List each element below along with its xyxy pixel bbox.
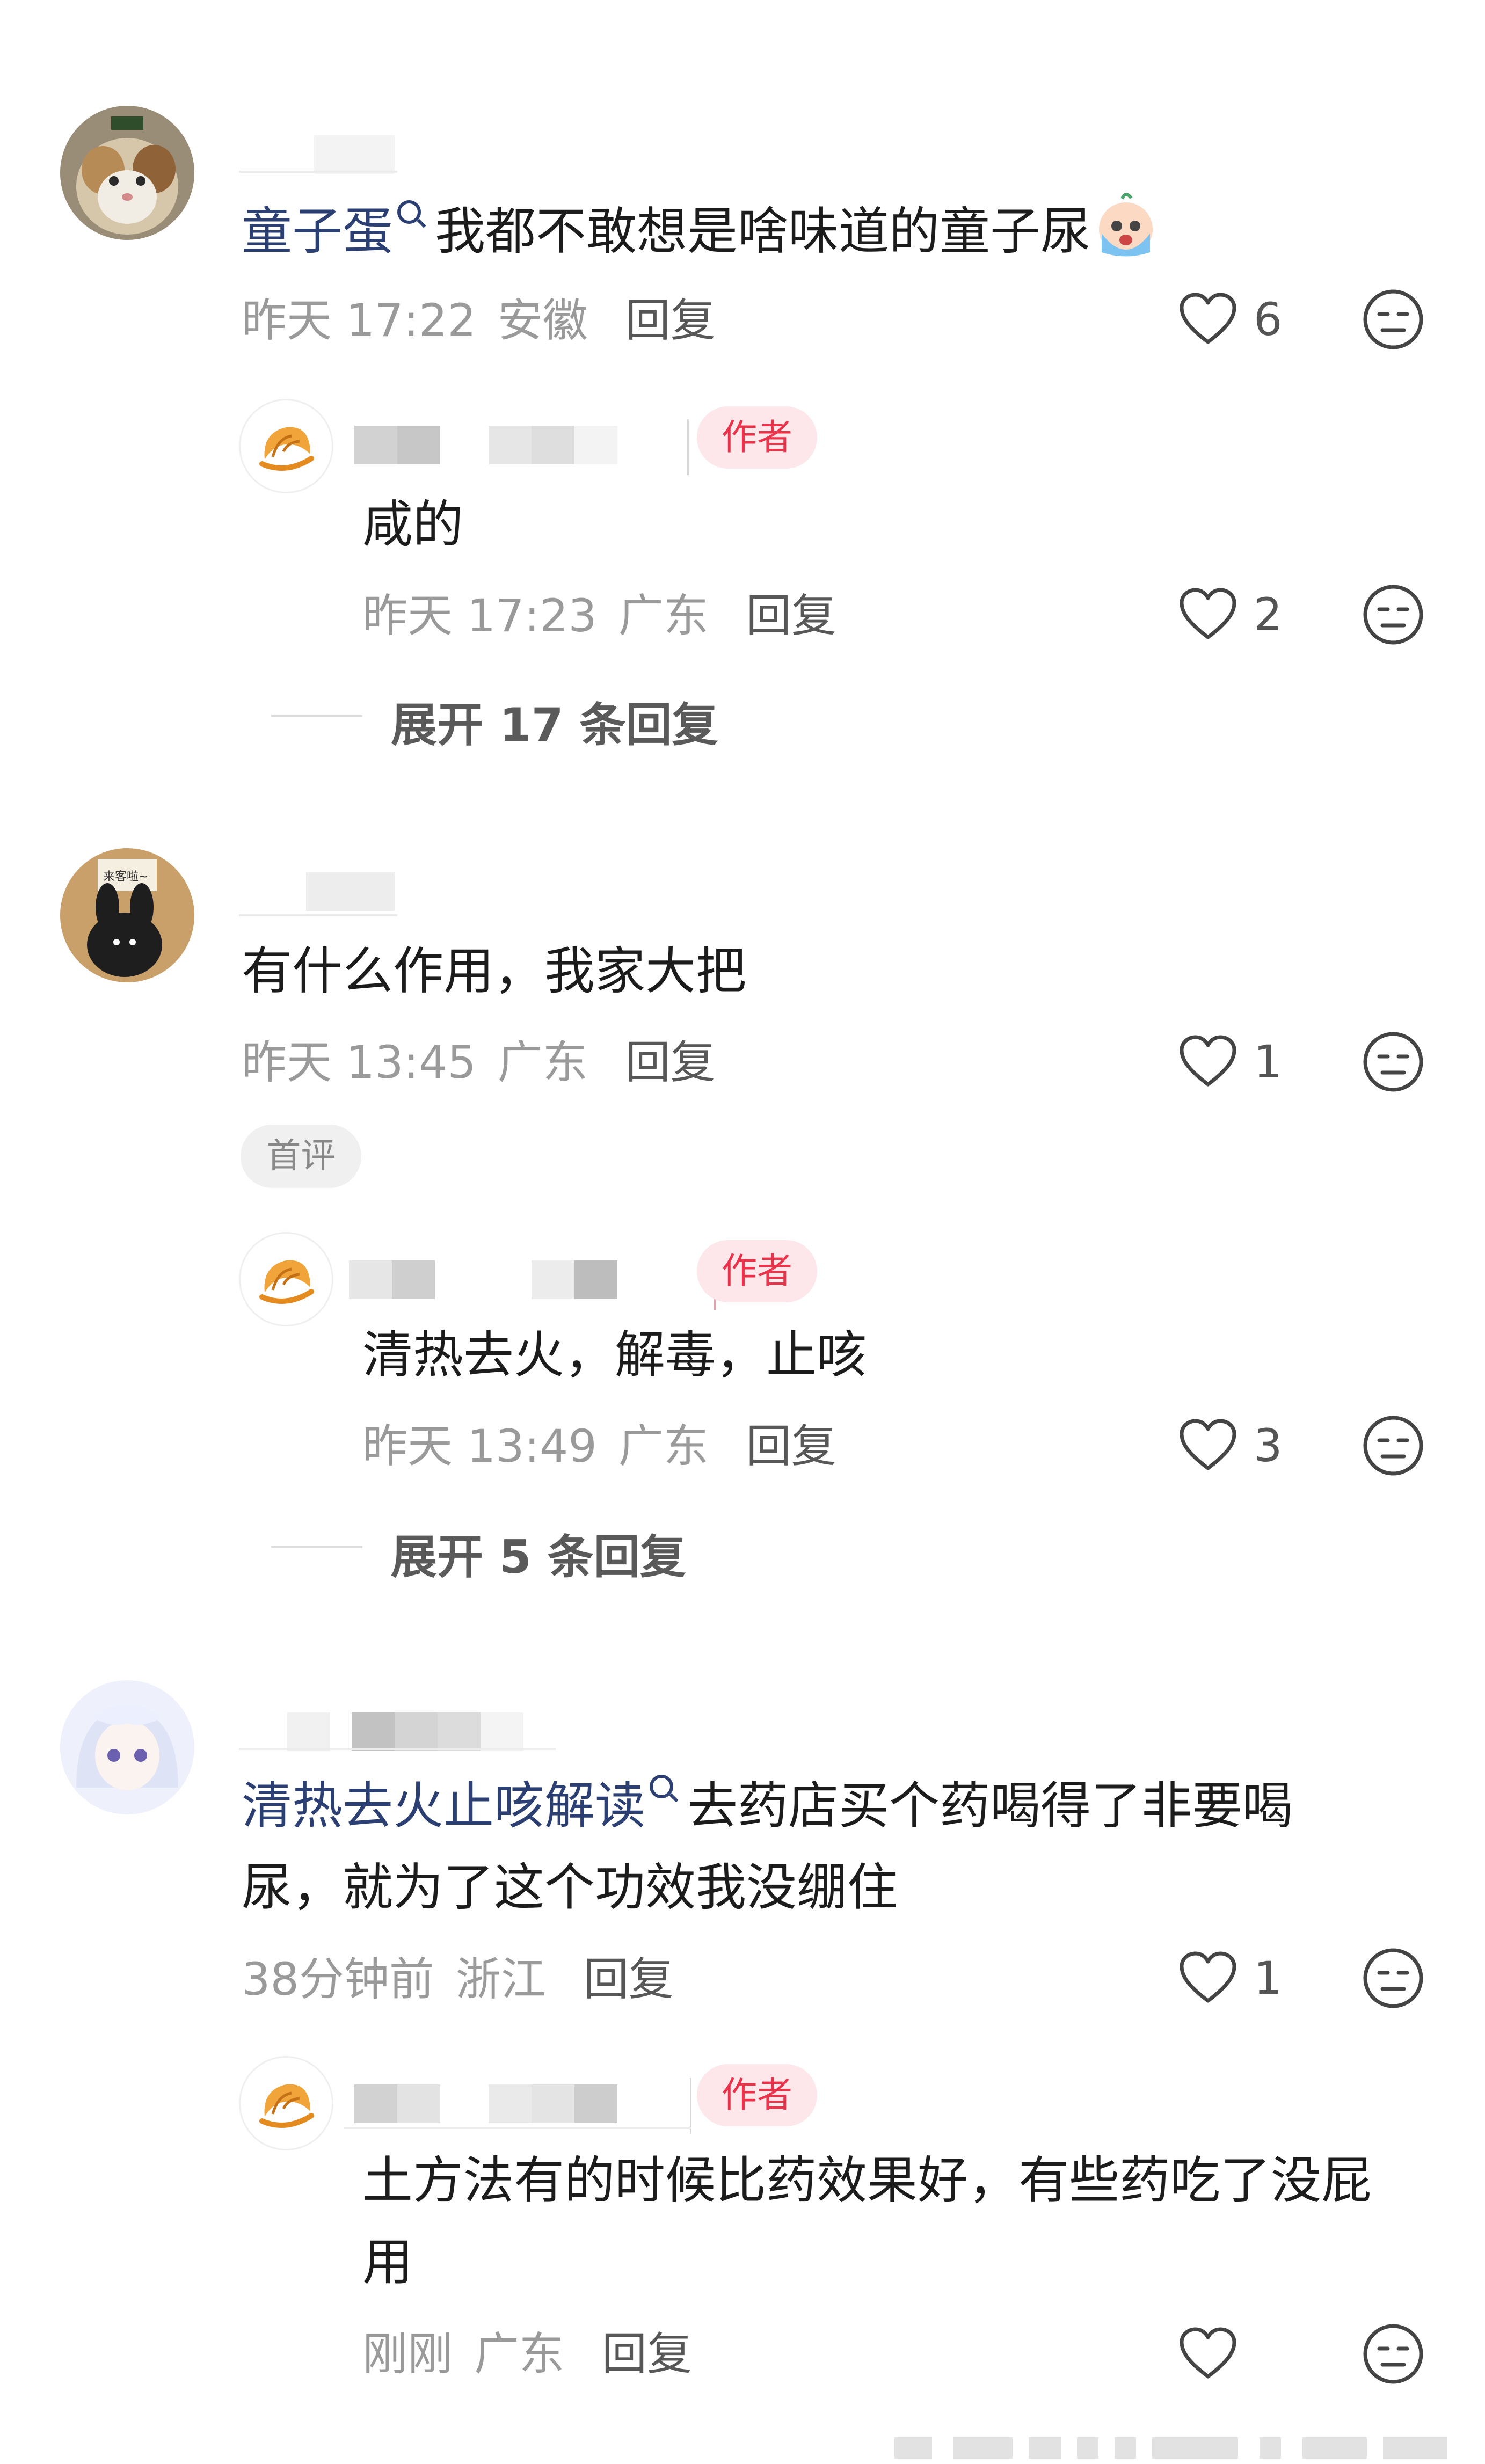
heart-outline-icon <box>1180 1419 1236 1470</box>
author-badge: 作者 <box>697 406 817 469</box>
like-count: 1 <box>1254 1036 1283 1088</box>
like-button[interactable]: 1 <box>1178 1030 1282 1094</box>
heart-outline-icon <box>1180 588 1236 639</box>
reply-meta: 刚刚 广东 回复 <box>362 2318 692 2383</box>
like-button[interactable] <box>1178 2322 1238 2386</box>
comment-location: 安徽 <box>497 294 588 347</box>
dislike-button[interactable] <box>1361 1413 1425 1478</box>
comment-meta: 昨天 17:22 安徽 回复 <box>242 285 716 349</box>
comment-location: 浙江 <box>455 1953 546 2006</box>
divider <box>239 914 397 916</box>
first-comment-badge: 首评 <box>241 1125 361 1188</box>
heart-outline-icon <box>1180 1035 1236 1087</box>
author-name-masked[interactable] <box>344 410 698 475</box>
comment-item: 清热去火止咳解读 去药店买个药喝得了非要喝 尿，就为了这个功效我没绷住 38分钟前… <box>0 1637 1485 2464</box>
author-avatar[interactable] <box>239 2056 333 2150</box>
croissant-icon <box>259 427 314 471</box>
username-masked[interactable] <box>239 856 400 911</box>
author-avatar[interactable] <box>239 1232 333 1326</box>
reply-time: 昨天 13:49 <box>362 1420 597 1472</box>
reply-text-line-2: 用 <box>362 2233 413 2292</box>
expand-replies-button[interactable]: 展开 5 条回复 <box>391 1519 686 1586</box>
like-count: 3 <box>1254 1419 1283 1472</box>
neutral-face-icon <box>1363 289 1423 349</box>
author-badge: 作者 <box>697 1240 817 1302</box>
username-masked[interactable] <box>239 1696 556 1751</box>
comment-item: 来客啦~ 有什么作用，我家大把 昨天 13:45 广东 回复 1 首评 作者 清热去… <box>0 805 1485 1637</box>
reply-location: 广东 <box>474 2328 565 2380</box>
avatar[interactable] <box>60 1680 194 1814</box>
heart-outline-icon <box>1180 1951 1236 2003</box>
author-name-masked[interactable] <box>344 2068 698 2134</box>
like-button[interactable]: 3 <box>1178 1413 1282 1478</box>
svg-text:来客啦~: 来客啦~ <box>103 870 148 884</box>
reply-time: 刚刚 <box>362 2328 453 2380</box>
username-masked[interactable] <box>239 119 400 174</box>
divider <box>271 1546 362 1548</box>
neutral-face-icon <box>1363 1416 1423 1476</box>
mentioned-username[interactable]: 童子蛋 <box>242 202 393 261</box>
dislike-button[interactable] <box>1361 287 1425 352</box>
comment-time: 昨天 13:45 <box>242 1036 476 1089</box>
expand-replies-button[interactable]: 展开 17 条回复 <box>391 687 718 754</box>
reply-meta: 昨天 17:23 广东 回复 <box>362 580 836 645</box>
like-count: 6 <box>1254 293 1283 346</box>
comment-meta: 昨天 13:45 广东 回复 <box>242 1026 716 1091</box>
divider <box>239 171 397 173</box>
reply-button[interactable]: 回复 <box>625 294 716 347</box>
divider <box>344 2127 691 2129</box>
neutral-face-icon <box>1363 585 1423 645</box>
heart-outline-icon <box>1180 293 1236 344</box>
divider <box>271 715 362 717</box>
comment-text-line-2: 尿，就为了这个功效我没绷住 <box>242 1858 898 1917</box>
reply-button[interactable]: 回复 <box>746 589 836 642</box>
croissant-icon <box>259 1260 314 1304</box>
reply-button[interactable]: 回复 <box>625 1036 716 1089</box>
dislike-button[interactable] <box>1361 582 1425 647</box>
like-count: 1 <box>1254 1952 1283 2004</box>
reply-text: 土方法有的时候比药效果好，有些药吃了没屁 <box>362 2152 1372 2210</box>
neutral-face-icon <box>1363 1948 1423 2008</box>
author-badge: 作者 <box>697 2064 817 2126</box>
dislike-button[interactable] <box>1361 2322 1425 2386</box>
divider <box>239 1748 556 1750</box>
reply-location: 广东 <box>618 589 709 642</box>
author-name-masked[interactable] <box>344 1244 719 1310</box>
like-button[interactable]: 2 <box>1178 582 1282 647</box>
comment-item: 童子蛋 我都不敢想是啥味道的童子尿 昨天 17:22 安徽 回复 6 作者 咸的 昨天… <box>0 0 1485 805</box>
avatar[interactable] <box>60 106 194 240</box>
author-avatar[interactable] <box>239 399 333 493</box>
crying-emoji-icon <box>1091 191 1161 260</box>
dislike-button[interactable] <box>1361 1946 1425 2010</box>
reply-text: 咸的 <box>362 495 464 554</box>
dislike-button[interactable] <box>1361 1030 1425 1094</box>
comment-time: 38分钟前 <box>242 1953 434 2006</box>
comment-meta: 38分钟前 浙江 回复 <box>242 1943 674 2008</box>
heart-outline-icon <box>1180 2327 1236 2379</box>
reply-time: 昨天 17:23 <box>362 589 597 642</box>
search-icon[interactable] <box>397 200 421 224</box>
reply-button[interactable]: 回复 <box>584 1953 674 2006</box>
comment-location: 广东 <box>497 1036 588 1089</box>
reply-meta: 昨天 13:49 广东 回复 <box>362 1410 836 1475</box>
avatar[interactable]: 来客啦~ <box>60 848 194 982</box>
reply-button[interactable]: 回复 <box>746 1420 836 1472</box>
reply-text: 清热去火，解毒，止咳 <box>362 1326 868 1384</box>
like-button[interactable]: 6 <box>1178 287 1282 352</box>
reply-button[interactable]: 回复 <box>602 2328 692 2380</box>
comment-time: 昨天 17:22 <box>242 294 476 347</box>
search-icon[interactable] <box>650 1775 674 1798</box>
comment-text: 有什么作用，我家大把 <box>242 942 747 1001</box>
bottom-overlay-marks <box>894 2437 1447 2459</box>
neutral-face-icon <box>1363 2324 1423 2384</box>
like-count: 2 <box>1254 588 1283 641</box>
comment-text: 清热去火止咳解读 去药店买个药喝得了非要喝 <box>242 1766 1293 1847</box>
croissant-icon <box>259 2084 314 2128</box>
reply-location: 广东 <box>618 1420 709 1472</box>
like-button[interactable]: 1 <box>1178 1946 1282 2010</box>
mentioned-username[interactable]: 清热去火止咳解读 <box>242 1777 645 1835</box>
comment-text: 童子蛋 我都不敢想是啥味道的童子尿 <box>242 191 1161 272</box>
neutral-face-icon <box>1363 1032 1423 1092</box>
